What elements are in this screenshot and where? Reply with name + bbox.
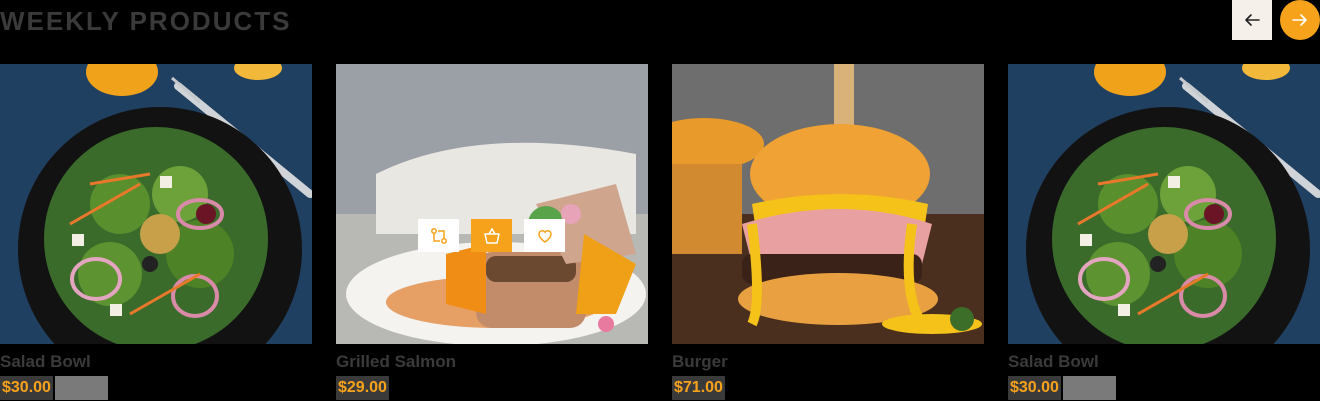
compare-button[interactable] [418, 219, 459, 252]
product-name[interactable]: Grilled Salmon [336, 352, 456, 372]
salad-bowl-image[interactable] [1008, 64, 1320, 344]
add-to-cart-button[interactable] [471, 219, 512, 252]
product-old-price: $45.00 [54, 376, 108, 400]
card-actions [418, 219, 565, 252]
price-row: $30.00 $45.00 [1008, 376, 1116, 400]
product-name[interactable]: Salad Bowl [0, 352, 91, 372]
product-price: $30.00 [0, 376, 53, 400]
section-title: Weekly Products [0, 6, 292, 36]
arrow-left-icon [1245, 14, 1260, 26]
salad-bowl-image[interactable] [0, 64, 312, 344]
product-price: $71.00 [672, 376, 725, 400]
burger-image[interactable] [672, 64, 984, 344]
price-row: $30.00 $45.00 [0, 376, 108, 400]
heart-icon [537, 229, 552, 243]
product-price: $29.00 [336, 376, 389, 400]
product-card[interactable]: Grilled Salmon $29.00 [336, 64, 648, 401]
product-card[interactable]: Salad Bowl $30.00 $45.00 [0, 64, 312, 401]
arrow-right-icon [1292, 14, 1307, 26]
product-old-price: $45.00 [1062, 376, 1116, 400]
shopping-bag-icon [483, 227, 500, 244]
price-row: $29.00 [336, 376, 389, 400]
salmon-plate-image[interactable] [336, 64, 648, 344]
carousel-next-button[interactable] [1280, 0, 1320, 40]
product-price: $30.00 [1008, 376, 1061, 400]
price-row: $71.00 [672, 376, 725, 400]
product-name[interactable]: Salad Bowl [1008, 352, 1099, 372]
product-card[interactable]: Burger $71.00 [672, 64, 984, 401]
wishlist-button[interactable] [524, 219, 565, 252]
product-name[interactable]: Burger [672, 352, 728, 372]
carousel-prev-button[interactable] [1232, 0, 1272, 40]
product-card[interactable]: Salad Bowl $30.00 $45.00 [1008, 64, 1320, 401]
compare-icon [430, 227, 447, 244]
